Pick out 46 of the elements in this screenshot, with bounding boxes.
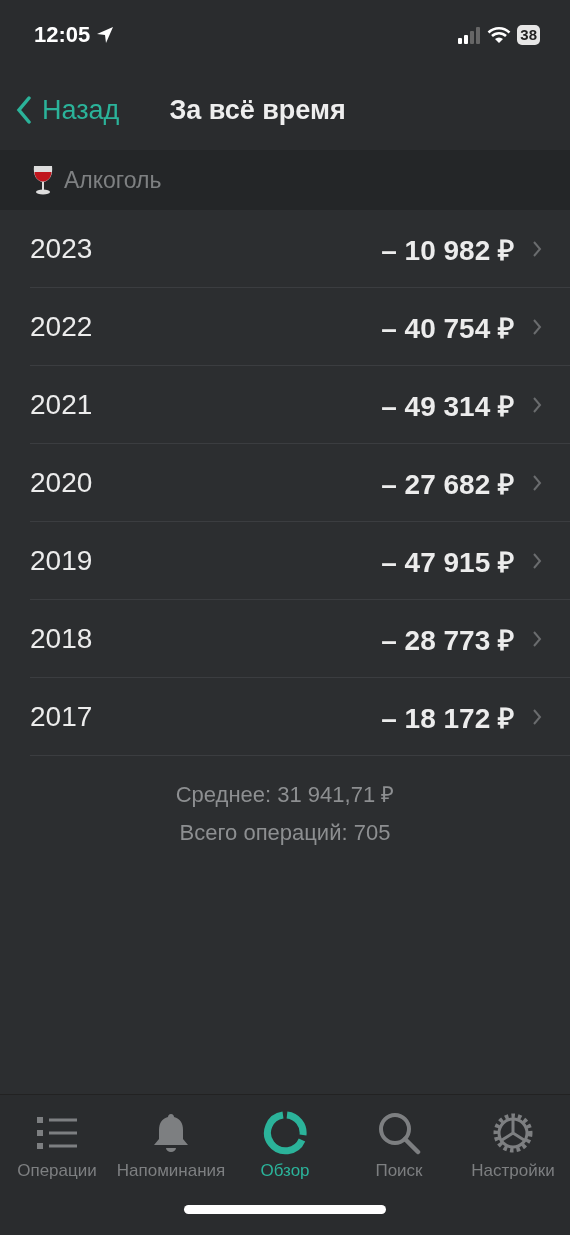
chevron-left-icon bbox=[16, 96, 32, 124]
category-label: Алкоголь bbox=[64, 166, 162, 194]
amount-value: – 40 754 ₽ bbox=[381, 311, 514, 346]
year-row[interactable]: 2017 – 18 172 ₽ bbox=[30, 678, 570, 756]
year-label: 2018 bbox=[30, 622, 94, 655]
year-row[interactable]: 2023 – 10 982 ₽ bbox=[30, 210, 570, 288]
chevron-right-icon bbox=[532, 395, 542, 414]
settings-icon bbox=[491, 1111, 535, 1155]
year-label: 2019 bbox=[30, 544, 94, 577]
screen-title: За всё время bbox=[169, 94, 346, 126]
year-row[interactable]: 2021 – 49 314 ₽ bbox=[30, 366, 570, 444]
operations-count-text: Всего операций: 705 bbox=[179, 820, 391, 846]
clock-time: 12:05 bbox=[34, 22, 91, 48]
wine-glass-icon bbox=[32, 165, 54, 195]
amount-value: – 47 915 ₽ bbox=[381, 545, 514, 580]
tab-item[interactable]: Операции bbox=[0, 1111, 114, 1181]
signal-icon bbox=[457, 26, 482, 44]
year-label: 2022 bbox=[30, 310, 94, 343]
tab-item[interactable]: Настройки bbox=[456, 1111, 570, 1181]
chevron-right-icon bbox=[532, 629, 542, 648]
average-text: Среднее: 31 941,71 ₽ bbox=[175, 781, 395, 808]
tab-item[interactable]: Обзор bbox=[228, 1111, 342, 1181]
year-row[interactable]: 2018 – 28 773 ₽ bbox=[30, 600, 570, 678]
year-row[interactable]: 2022 – 40 754 ₽ bbox=[30, 288, 570, 366]
chevron-right-icon bbox=[532, 473, 542, 492]
amount-value: – 49 314 ₽ bbox=[381, 389, 514, 424]
chevron-right-icon bbox=[532, 317, 542, 336]
battery-level: 38 bbox=[517, 25, 540, 45]
back-button[interactable]: Назад bbox=[16, 94, 120, 126]
search-icon bbox=[377, 1111, 421, 1155]
year-label: 2017 bbox=[30, 700, 94, 733]
year-label: 2021 bbox=[30, 388, 94, 421]
amount-value: – 28 773 ₽ bbox=[381, 623, 514, 658]
year-label: 2020 bbox=[30, 466, 94, 499]
year-row[interactable]: 2020 – 27 682 ₽ bbox=[30, 444, 570, 522]
year-row[interactable]: 2019 – 47 915 ₽ bbox=[30, 522, 570, 600]
chevron-right-icon bbox=[532, 551, 542, 570]
chevron-right-icon bbox=[532, 707, 542, 726]
ring-chart-icon bbox=[263, 1111, 307, 1155]
location-arrow-icon bbox=[96, 26, 115, 44]
amount-value: – 18 172 ₽ bbox=[381, 701, 514, 736]
chevron-right-icon bbox=[532, 239, 542, 258]
year-label: 2023 bbox=[30, 232, 94, 265]
amount-value: – 10 982 ₽ bbox=[381, 233, 514, 268]
amount-value: – 27 682 ₽ bbox=[381, 467, 514, 502]
wifi-icon bbox=[487, 26, 512, 44]
